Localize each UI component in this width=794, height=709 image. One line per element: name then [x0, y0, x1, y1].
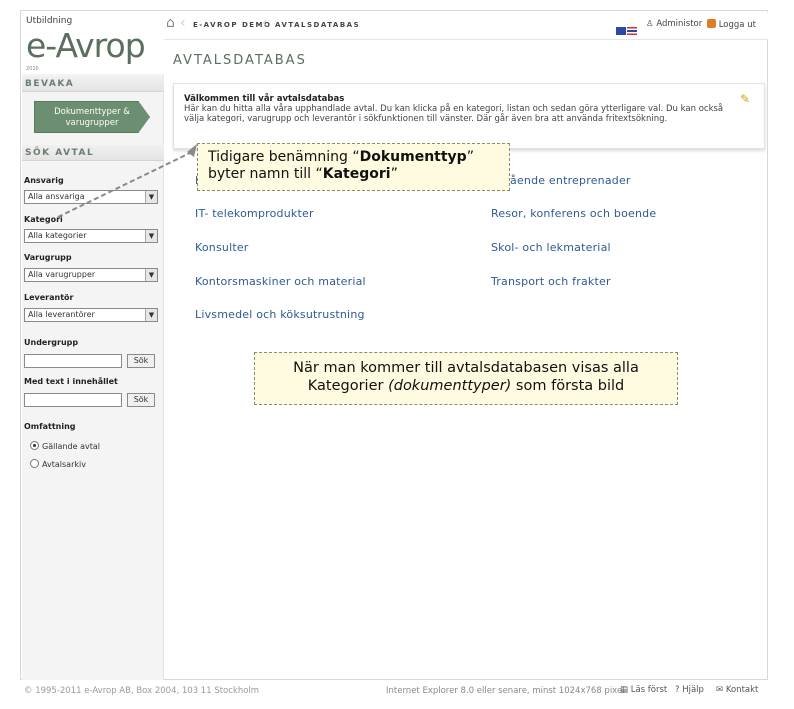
mail-icon: ✉: [716, 685, 724, 695]
footer-read-first-link[interactable]: ▤ Läs först: [620, 685, 667, 695]
footer-link-label: Läs först: [630, 685, 668, 695]
footer-link-label: Hjälp: [682, 685, 704, 695]
help-icon: ?: [675, 685, 680, 695]
footer-browser-info: Internet Explorer 8.0 eller senare, mins…: [386, 686, 625, 696]
footer-link-label: Kontakt: [725, 685, 759, 695]
footer-contact-link[interactable]: ✉ Kontakt: [716, 685, 758, 695]
footer-help-link[interactable]: ? Hjälp: [675, 685, 704, 695]
callout-arrow: [57, 144, 197, 218]
book-icon: ▤: [620, 685, 629, 695]
footer-copyright: © 1995-2011 e-Avrop AB, Box 2004, 103 11…: [24, 686, 260, 696]
